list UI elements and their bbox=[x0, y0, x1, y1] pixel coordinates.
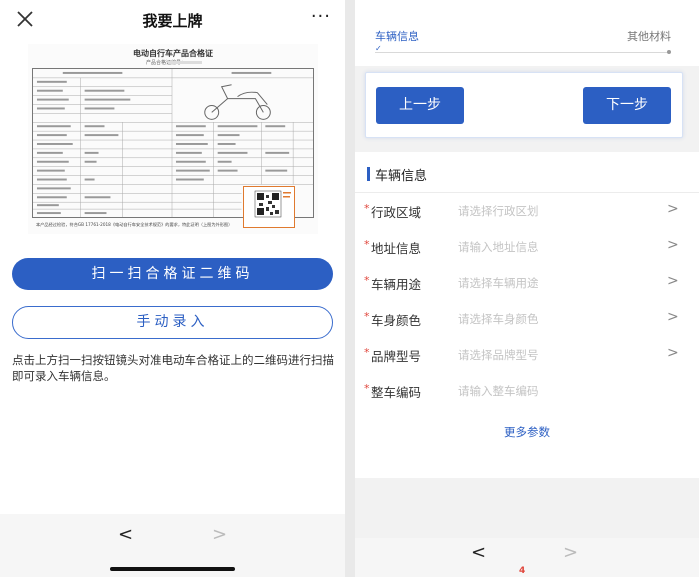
scan-qr-button[interactable]: 扫一扫合格证二维码 bbox=[12, 258, 333, 290]
browser-toolbar: < > 4 bbox=[355, 538, 699, 577]
home-indicator[interactable] bbox=[110, 567, 235, 571]
panel-divider bbox=[345, 0, 355, 577]
field-label: 车辆用途 bbox=[371, 277, 422, 292]
field-address[interactable]: * 地址信息 请输入地址信息 > bbox=[355, 229, 699, 265]
certificate-image: 电动自行车产品合格证 产品合格证编号： 本产品经过检验，符合GB 17761-2… bbox=[28, 44, 318, 234]
chevron-right-icon[interactable]: > bbox=[667, 309, 679, 325]
section-accent-bar bbox=[367, 167, 370, 181]
required-mark: * bbox=[364, 346, 370, 359]
field-vehicle-use[interactable]: * 车辆用途 请选择车辆用途 > bbox=[355, 265, 699, 301]
corner-mark: 4 bbox=[519, 566, 526, 576]
certificate-title: 电动自行车产品合格证 bbox=[133, 49, 213, 58]
required-mark: * bbox=[364, 382, 370, 395]
brand-model-select[interactable]: 请选择品牌型号 bbox=[458, 347, 539, 363]
required-mark: * bbox=[364, 238, 370, 251]
more-options-icon[interactable]: ··· bbox=[311, 6, 331, 27]
certificate-footer: 本产品经过检验，符合GB 17761-2018《电动自行车安全技术规范》的要求，… bbox=[36, 222, 233, 227]
back-icon[interactable]: < bbox=[471, 542, 486, 563]
vehicle-info-screen: 车辆信息 ✓ 其他材料 上一步 下一步 车辆信息 * 行政区域 请选择行政区划 … bbox=[355, 0, 699, 577]
required-mark: * bbox=[364, 310, 370, 323]
step-indicator: 车辆信息 ✓ 其他材料 bbox=[355, 0, 699, 66]
page-title: 我要上牌 bbox=[142, 12, 203, 30]
chevron-right-icon[interactable]: > bbox=[667, 273, 679, 289]
field-label: 地址信息 bbox=[371, 241, 422, 256]
browser-toolbar: < > bbox=[0, 514, 345, 577]
field-vehicle-code[interactable]: * 整车编码 请输入整车编码 bbox=[355, 373, 699, 409]
chevron-right-icon[interactable]: > bbox=[667, 345, 679, 361]
required-mark: * bbox=[364, 274, 370, 287]
step-other-materials[interactable]: 其他材料 bbox=[627, 28, 671, 44]
more-params-link[interactable]: 更多参数 bbox=[355, 424, 699, 440]
body-color-select[interactable]: 请选择车身颜色 bbox=[458, 311, 539, 327]
back-icon[interactable]: < bbox=[118, 524, 133, 545]
field-label: 品牌型号 bbox=[371, 349, 422, 364]
nav-bar: 我要上牌 ··· bbox=[0, 0, 345, 40]
field-brand-model[interactable]: * 品牌型号 请选择品牌型号 > bbox=[355, 337, 699, 373]
forward-icon[interactable]: > bbox=[212, 524, 227, 545]
previous-step-button[interactable]: 上一步 bbox=[376, 87, 464, 124]
vehicle-code-input[interactable]: 请输入整车编码 bbox=[458, 383, 539, 399]
step-dot bbox=[667, 50, 671, 54]
step-vehicle-info[interactable]: 车辆信息 bbox=[375, 28, 419, 44]
step-buttons-card: 上一步 下一步 bbox=[365, 72, 683, 138]
certificate-number-redacted bbox=[168, 61, 202, 64]
forward-icon[interactable]: > bbox=[563, 542, 578, 563]
qr-code bbox=[243, 186, 295, 228]
manual-entry-button[interactable]: 手动录入 bbox=[12, 306, 333, 339]
region-select[interactable]: 请选择行政区划 bbox=[458, 203, 539, 219]
field-label: 车身颜色 bbox=[371, 313, 422, 328]
chevron-right-icon[interactable]: > bbox=[667, 201, 679, 217]
scan-screen: 我要上牌 ··· 电动自行车产品合格证 产品合格证编号： 本产品经过检验，符合G… bbox=[0, 0, 345, 577]
vehicle-info-form: 车辆信息 * 行政区域 请选择行政区划 > * 地址信息 请输入地址信息 > *… bbox=[355, 152, 699, 478]
required-mark: * bbox=[364, 202, 370, 215]
section-title: 车辆信息 bbox=[375, 169, 428, 184]
scooter-drawing bbox=[204, 84, 271, 120]
field-body-color[interactable]: * 车身颜色 请选择车身颜色 > bbox=[355, 301, 699, 337]
chevron-right-icon[interactable]: > bbox=[667, 237, 679, 253]
field-label: 行政区域 bbox=[371, 205, 422, 220]
field-region[interactable]: * 行政区域 请选择行政区划 > bbox=[355, 193, 699, 229]
next-step-button[interactable]: 下一步 bbox=[583, 87, 671, 124]
address-input[interactable]: 请输入地址信息 bbox=[458, 239, 539, 255]
field-label: 整车编码 bbox=[371, 385, 422, 400]
vehicle-use-select[interactable]: 请选择车辆用途 bbox=[458, 275, 539, 291]
scan-hint: 点击上方扫一扫按钮镜头对准电动车合格证上的二维码进行扫描即可录入车辆信息。 bbox=[12, 353, 334, 383]
step-progress-line bbox=[375, 52, 669, 53]
